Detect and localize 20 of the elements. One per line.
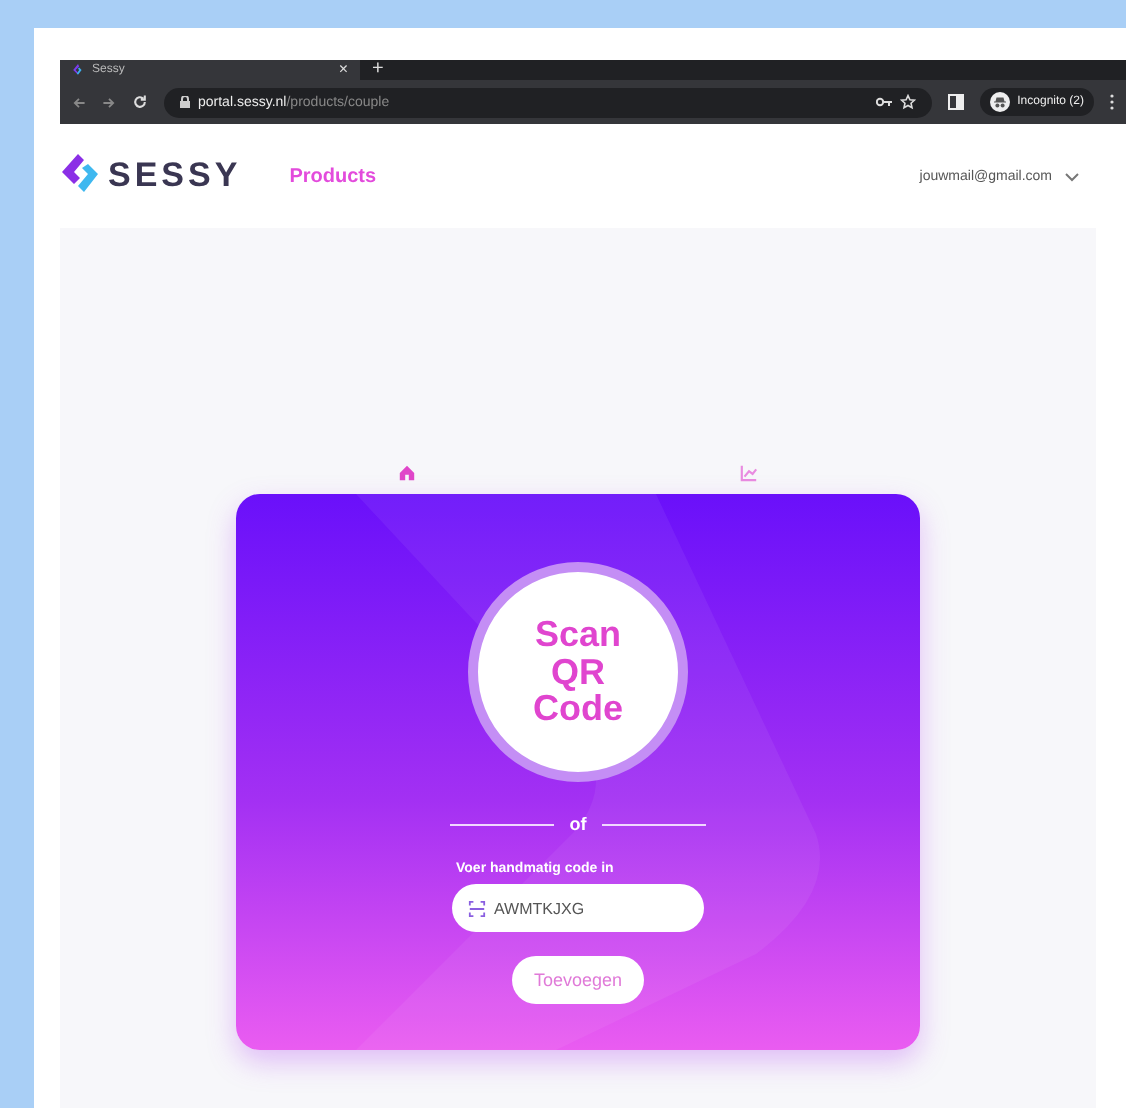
- side-panel-icon[interactable]: [947, 94, 964, 110]
- chart-icon: [740, 464, 758, 482]
- logo-icon: [72, 64, 84, 76]
- qr-scan-icon: [468, 899, 486, 917]
- back-icon[interactable]: [72, 95, 86, 109]
- reload-icon[interactable]: [132, 94, 148, 110]
- lock-icon: [180, 96, 190, 108]
- incognito-icon: [989, 92, 1010, 112]
- home-icon: [398, 464, 416, 482]
- divider-label: of: [569, 814, 587, 834]
- scan-qr-button[interactable]: Scan QR Code: [468, 562, 688, 782]
- key-icon[interactable]: [875, 96, 892, 108]
- new-tab-button[interactable]: +: [372, 60, 384, 80]
- close-tab-button[interactable]: ×: [338, 62, 348, 78]
- home-tab[interactable]: [398, 464, 416, 482]
- logo-text: SESSY: [108, 156, 242, 196]
- code-field[interactable]: AWMTKJXG: [452, 884, 704, 932]
- chevron-down-icon: [1064, 171, 1080, 181]
- forward-icon[interactable]: [102, 95, 116, 109]
- star-icon[interactable]: [899, 94, 916, 110]
